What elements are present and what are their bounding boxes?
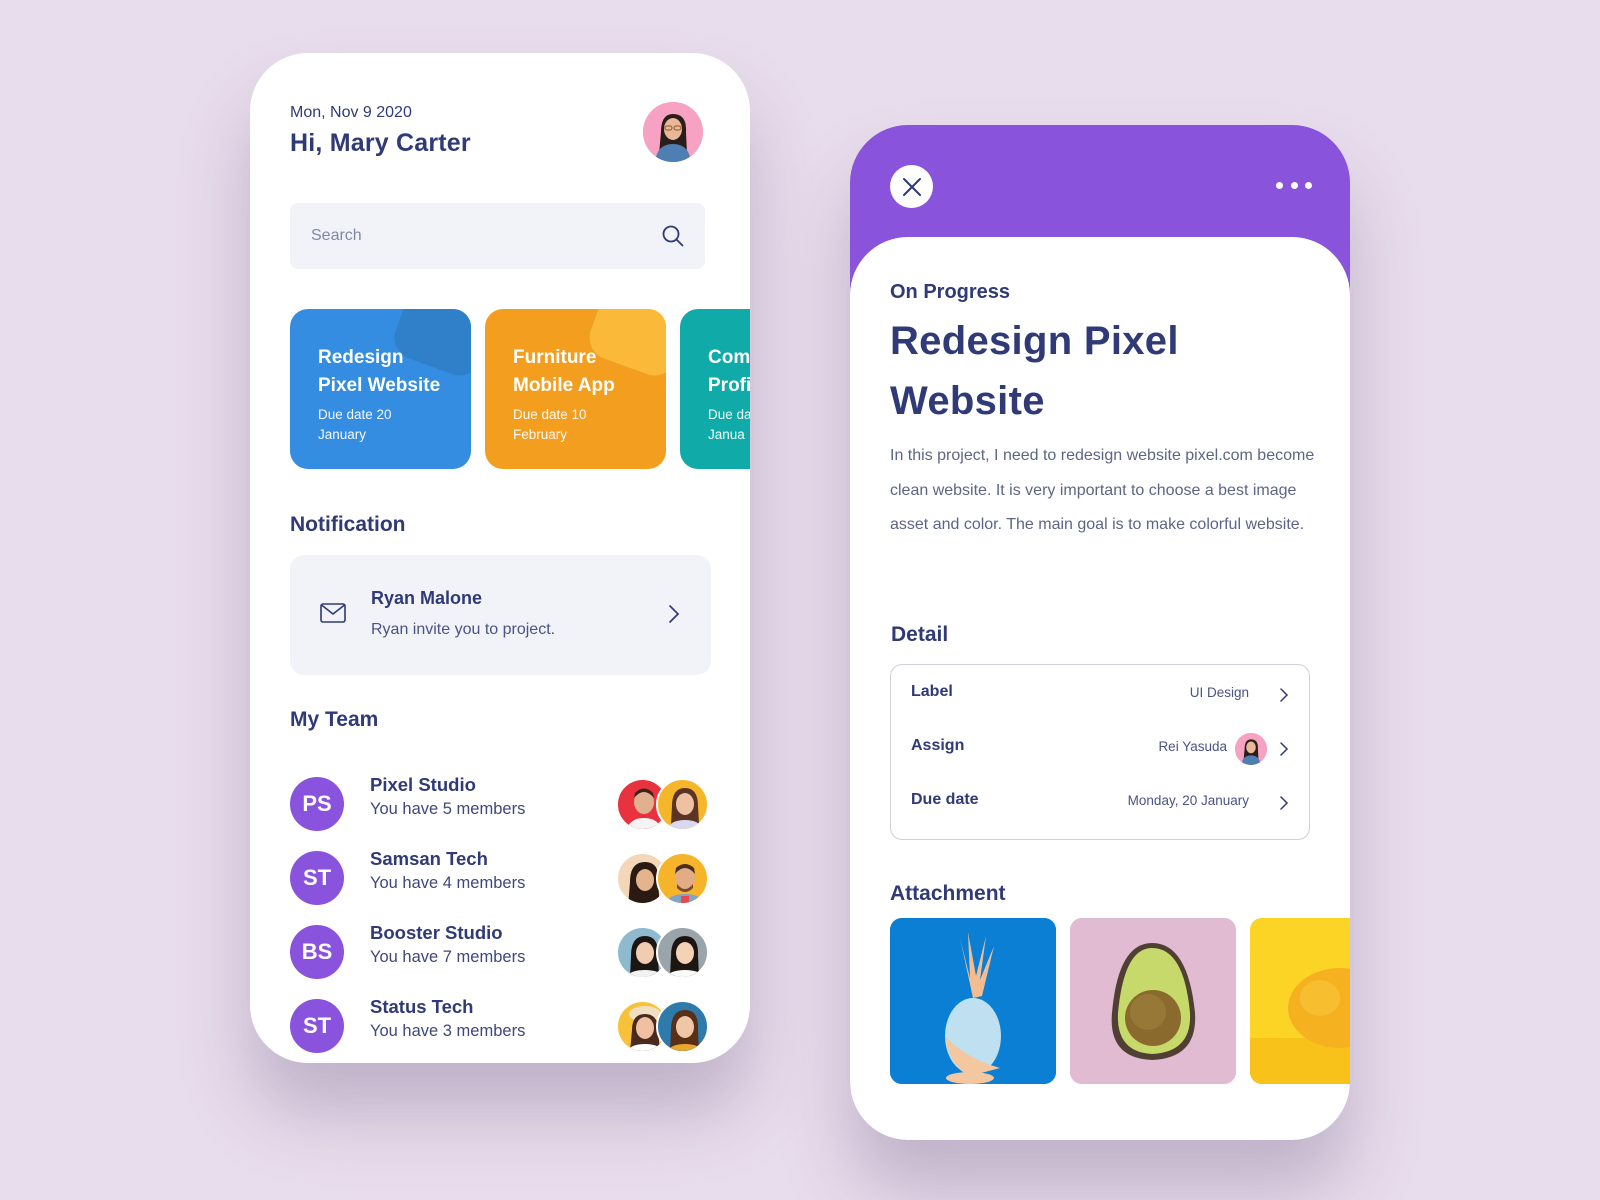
project-card[interactable]: Furniture Mobile App Due date 10 Februar… (485, 309, 666, 469)
project-detail-screen: On Progress Redesign Pixel Website In th… (850, 125, 1350, 1140)
team-initials-badge: PS (290, 777, 344, 831)
close-button[interactable] (890, 165, 933, 208)
member-avatar (656, 778, 709, 831)
user-avatar[interactable] (643, 102, 703, 162)
team-list-item[interactable]: PS Pixel Studio You have 5 members (290, 774, 711, 833)
detail-row-value: Rei Yasuda (1158, 739, 1227, 754)
detail-row-value: Monday, 20 January (1127, 793, 1249, 808)
avocado-image (1070, 918, 1236, 1084)
more-options-button[interactable] (1276, 179, 1312, 191)
team-list-item[interactable]: BS Booster Studio You have 7 members (290, 922, 711, 981)
project-due-date: Due date 10 February (513, 407, 587, 442)
team-name: Status Tech (370, 996, 474, 1017)
notification-heading: Notification (290, 513, 406, 536)
notification-message: Ryan invite you to project. (371, 621, 556, 638)
notification-item[interactable]: Ryan Malone Ryan invite you to project. (290, 555, 711, 675)
project-card[interactable]: Redesign Pixel Website Due date 20 Janua… (290, 309, 471, 469)
chevron-right-icon[interactable] (667, 603, 681, 625)
project-due-date: Due da Janua (708, 407, 750, 442)
attachment-heading: Attachment (890, 882, 1006, 905)
project-carousel[interactable]: Redesign Pixel Website Due date 20 Janua… (290, 309, 750, 469)
more-horizontal-icon (1305, 181, 1312, 189)
detail-row-due-date[interactable]: Due date Monday, 20 January (911, 787, 1289, 817)
team-list-item[interactable]: ST Samsan Tech You have 4 members (290, 848, 711, 907)
project-status: On Progress (890, 281, 1011, 303)
detail-heading: Detail (891, 623, 949, 646)
team-initials-badge: ST (290, 851, 344, 905)
attachment-thumbnail[interactable] (1250, 918, 1350, 1084)
project-title: Furniture Mobile App (513, 347, 615, 396)
assignee-avatar (1235, 733, 1267, 765)
my-team-heading: My Team (290, 708, 379, 731)
search-icon[interactable] (661, 224, 685, 248)
detail-row-value: UI Design (1189, 685, 1249, 700)
notification-sender: Ryan Malone (371, 588, 483, 608)
detail-row-label[interactable]: Label UI Design (911, 679, 1289, 709)
detail-row-title: Label (911, 683, 953, 700)
team-initials-badge: ST (290, 999, 344, 1053)
more-horizontal-icon (1276, 181, 1283, 189)
team-name: Samsan Tech (370, 848, 488, 869)
member-avatar (656, 926, 709, 979)
chevron-right-icon (1280, 796, 1289, 810)
detail-row-assign[interactable]: Assign Rei Yasuda (911, 733, 1289, 765)
team-member-count: You have 4 members (370, 874, 526, 892)
project-due-date: Due date 20 January (318, 407, 392, 442)
team-member-count: You have 5 members (370, 800, 526, 818)
person-photo-icon (643, 102, 703, 162)
chevron-right-icon (1280, 742, 1289, 756)
mail-icon (320, 603, 346, 623)
lemon-image (1250, 918, 1350, 1084)
person-photo-icon (1235, 733, 1267, 765)
home-screen: Mon, Nov 9 2020 Hi, Mary Carter Redesign… (250, 53, 750, 1063)
detail-row-title: Assign (911, 737, 965, 754)
attachment-thumbnail[interactable] (890, 918, 1056, 1084)
team-member-count: You have 7 members (370, 948, 526, 966)
project-title: Redesign Pixel Website (890, 319, 1179, 423)
project-title: Com Profi (708, 347, 750, 396)
more-horizontal-icon (1290, 181, 1298, 189)
detail-card: Label UI Design Assign Rei Yasuda Due da… (890, 664, 1310, 840)
search-input[interactable] (290, 203, 705, 269)
pineapple-image (890, 918, 1056, 1084)
team-name: Booster Studio (370, 922, 503, 943)
search-bar[interactable] (290, 203, 705, 269)
project-title: Redesign Pixel Website (318, 347, 441, 396)
close-icon (902, 177, 921, 196)
team-name: Pixel Studio (370, 774, 476, 795)
detail-sheet: On Progress Redesign Pixel Website In th… (850, 237, 1350, 1140)
current-date: Mon, Nov 9 2020 (290, 104, 412, 121)
project-description: In this project, I need to redesign webs… (890, 447, 1315, 533)
chevron-right-icon (1280, 688, 1289, 702)
attachment-thumbnail[interactable] (1070, 918, 1236, 1084)
team-list-item[interactable]: ST Status Tech You have 3 members (290, 996, 711, 1055)
member-avatar (656, 852, 709, 905)
project-card[interactable]: Com Profi Due da Janua (680, 309, 750, 469)
greeting-title: Hi, Mary Carter (290, 129, 471, 157)
detail-row-title: Due date (911, 791, 979, 808)
member-avatar (656, 1000, 709, 1053)
team-initials-badge: BS (290, 925, 344, 979)
team-member-count: You have 3 members (370, 1022, 526, 1040)
